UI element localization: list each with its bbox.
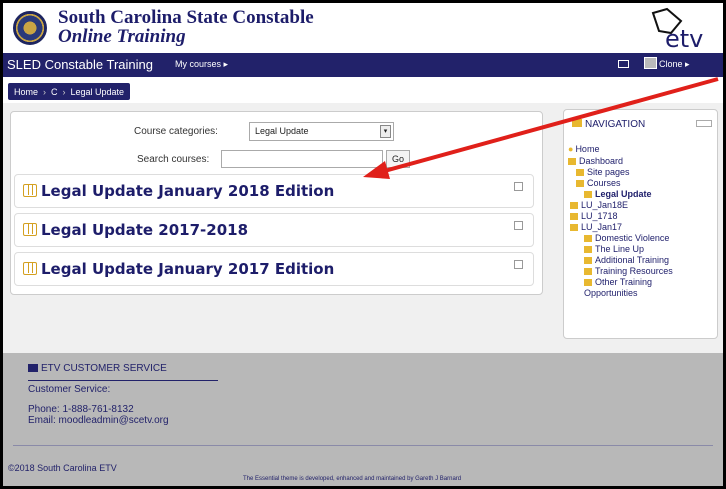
- divider: [13, 445, 713, 446]
- folder-icon: [584, 279, 592, 287]
- course-categories-select[interactable]: Legal Update ▾: [249, 122, 394, 141]
- block-controls-icon[interactable]: [696, 120, 712, 127]
- folder-icon: [584, 268, 592, 276]
- nav-item-label: Home: [575, 144, 600, 154]
- nav-item-legal-update[interactable]: Legal Update: [584, 189, 652, 200]
- customer-service-title: ETV CUSTOMER SERVICE: [41, 363, 167, 374]
- nav-item-lu-jan18e[interactable]: LU_Jan18E: [570, 200, 628, 211]
- list-icon: [28, 364, 38, 373]
- course-icon: [23, 223, 37, 236]
- customer-service-heading: ETV CUSTOMER SERVICE: [28, 363, 167, 374]
- folder-open-icon: [584, 191, 592, 199]
- nav-item-training-resources[interactable]: Training Resources: [584, 266, 673, 277]
- navbar-brand[interactable]: SLED Constable Training: [7, 57, 153, 72]
- nav-item-courses[interactable]: Courses: [576, 178, 621, 189]
- site-name-line2: Online Training: [58, 26, 186, 47]
- course-categories-value: Legal Update: [255, 126, 309, 136]
- etv-logo-text: etv: [665, 25, 703, 51]
- navigation-heading-text: NAVIGATION: [585, 119, 646, 130]
- search-courses-input[interactable]: [221, 150, 383, 168]
- nav-item-domestic-violence[interactable]: Domestic Violence: [584, 233, 669, 244]
- course-icon: [23, 184, 37, 197]
- navigation-block: NAVIGATION ● Home Dashboard Site pages Co…: [563, 109, 718, 339]
- nav-item-lu-jan17[interactable]: LU_Jan17: [570, 222, 622, 233]
- folder-icon: [584, 235, 592, 243]
- edit-icon[interactable]: [514, 221, 523, 230]
- nav-item-the-line-up[interactable]: The Line Up: [584, 244, 644, 255]
- edit-icon[interactable]: [514, 182, 523, 191]
- chevron-right-icon: ›: [62, 86, 66, 97]
- course-title[interactable]: Legal Update January 2017 Edition: [41, 260, 334, 278]
- customer-service-label: Customer Service:: [28, 384, 111, 395]
- page: South Carolina State Constable Online Tr…: [3, 3, 723, 486]
- home-icon: ●: [568, 144, 574, 154]
- folder-open-icon: [576, 180, 584, 188]
- support-phone: Phone: 1-888-761-8132: [28, 404, 134, 415]
- nav-item-label: Dashboard: [579, 156, 624, 166]
- nav-item-label: Legal Update: [595, 189, 652, 199]
- course-row[interactable]: Legal Update January 2018 Edition: [14, 174, 534, 208]
- nav-item-lu-1718[interactable]: LU_1718: [570, 211, 618, 222]
- folder-icon: [568, 158, 576, 166]
- nav-item-opportunities[interactable]: Opportunities: [584, 288, 638, 299]
- site-name[interactable]: South Carolina State Constable Online Tr…: [58, 8, 314, 46]
- folder-icon: [576, 169, 584, 177]
- nav-item-label: LU_Jan18E: [581, 200, 629, 210]
- course-title[interactable]: Legal Update January 2018 Edition: [41, 182, 334, 200]
- etv-logo[interactable]: etv: [623, 7, 723, 51]
- nav-item-label: Training Resources: [595, 266, 673, 276]
- course-icon: [570, 202, 578, 210]
- theme-credit: The Essential theme is developed, enhanc…: [243, 476, 462, 482]
- nav-item-label: Other Training: [595, 277, 653, 287]
- nav-item-additional-training[interactable]: Additional Training: [584, 255, 669, 266]
- nav-item-home[interactable]: ● Home: [568, 144, 599, 155]
- breadcrumb: Home › C › Legal Update: [8, 83, 131, 100]
- chevron-down-icon[interactable]: ▾: [380, 125, 391, 138]
- divider: [28, 380, 218, 381]
- messages-icon[interactable]: [618, 60, 629, 68]
- nav-item-label: Opportunities: [584, 288, 638, 298]
- folder-icon: [584, 246, 592, 254]
- search-courses-label: Search courses:: [137, 154, 210, 165]
- nav-item-label: LU_1718: [581, 211, 618, 221]
- support-email[interactable]: Email: moodleadmin@scetv.org: [28, 415, 169, 426]
- nav-item-label: Courses: [587, 178, 621, 188]
- breadcrumb-category[interactable]: C: [51, 87, 58, 97]
- course-icon: [570, 213, 578, 221]
- site-name-line1: South Carolina State Constable: [58, 7, 314, 28]
- nav-item-dashboard[interactable]: Dashboard: [568, 156, 623, 167]
- breadcrumb-home[interactable]: Home: [14, 87, 38, 97]
- chevron-right-icon: ›: [43, 86, 47, 97]
- nav-item-label: Site pages: [587, 167, 630, 177]
- course-row[interactable]: Legal Update 2017-2018: [14, 213, 534, 247]
- course-icon: [570, 224, 578, 232]
- site-header: South Carolina State Constable Online Tr…: [3, 3, 723, 53]
- user-avatar[interactable]: [644, 57, 657, 69]
- edit-icon[interactable]: [514, 260, 523, 269]
- go-button[interactable]: Go: [386, 150, 410, 168]
- nav-item-label: The Line Up: [595, 244, 645, 254]
- nav-item-label: Additional Training: [595, 255, 670, 265]
- course-listing-panel: Course categories: Legal Update ▾ Search…: [10, 111, 543, 295]
- folder-icon: [584, 257, 592, 265]
- course-icon: [23, 262, 37, 275]
- breadcrumb-current[interactable]: Legal Update: [71, 87, 125, 97]
- navigation-heading: NAVIGATION: [572, 119, 645, 130]
- site-footer: ETV CUSTOMER SERVICE Customer Service: P…: [3, 353, 723, 486]
- copyright: ©2018 South Carolina ETV: [8, 463, 117, 473]
- nav-item-label: Domestic Violence: [595, 233, 670, 243]
- course-row[interactable]: Legal Update January 2017 Edition: [14, 252, 534, 286]
- top-navbar: SLED Constable Training My courses ▸ Clo…: [3, 53, 723, 77]
- nav-item-other-training[interactable]: Other Training: [584, 277, 652, 288]
- nav-item-label: LU_Jan17: [581, 222, 623, 232]
- sled-seal-logo[interactable]: [13, 11, 47, 45]
- course-title[interactable]: Legal Update 2017-2018: [41, 221, 248, 239]
- user-menu[interactable]: Clone ▸: [659, 59, 690, 70]
- my-courses-menu[interactable]: My courses ▸: [175, 59, 228, 70]
- nav-item-site-pages[interactable]: Site pages: [576, 167, 630, 178]
- course-categories-label: Course categories:: [134, 126, 218, 137]
- folder-icon: [572, 119, 582, 127]
